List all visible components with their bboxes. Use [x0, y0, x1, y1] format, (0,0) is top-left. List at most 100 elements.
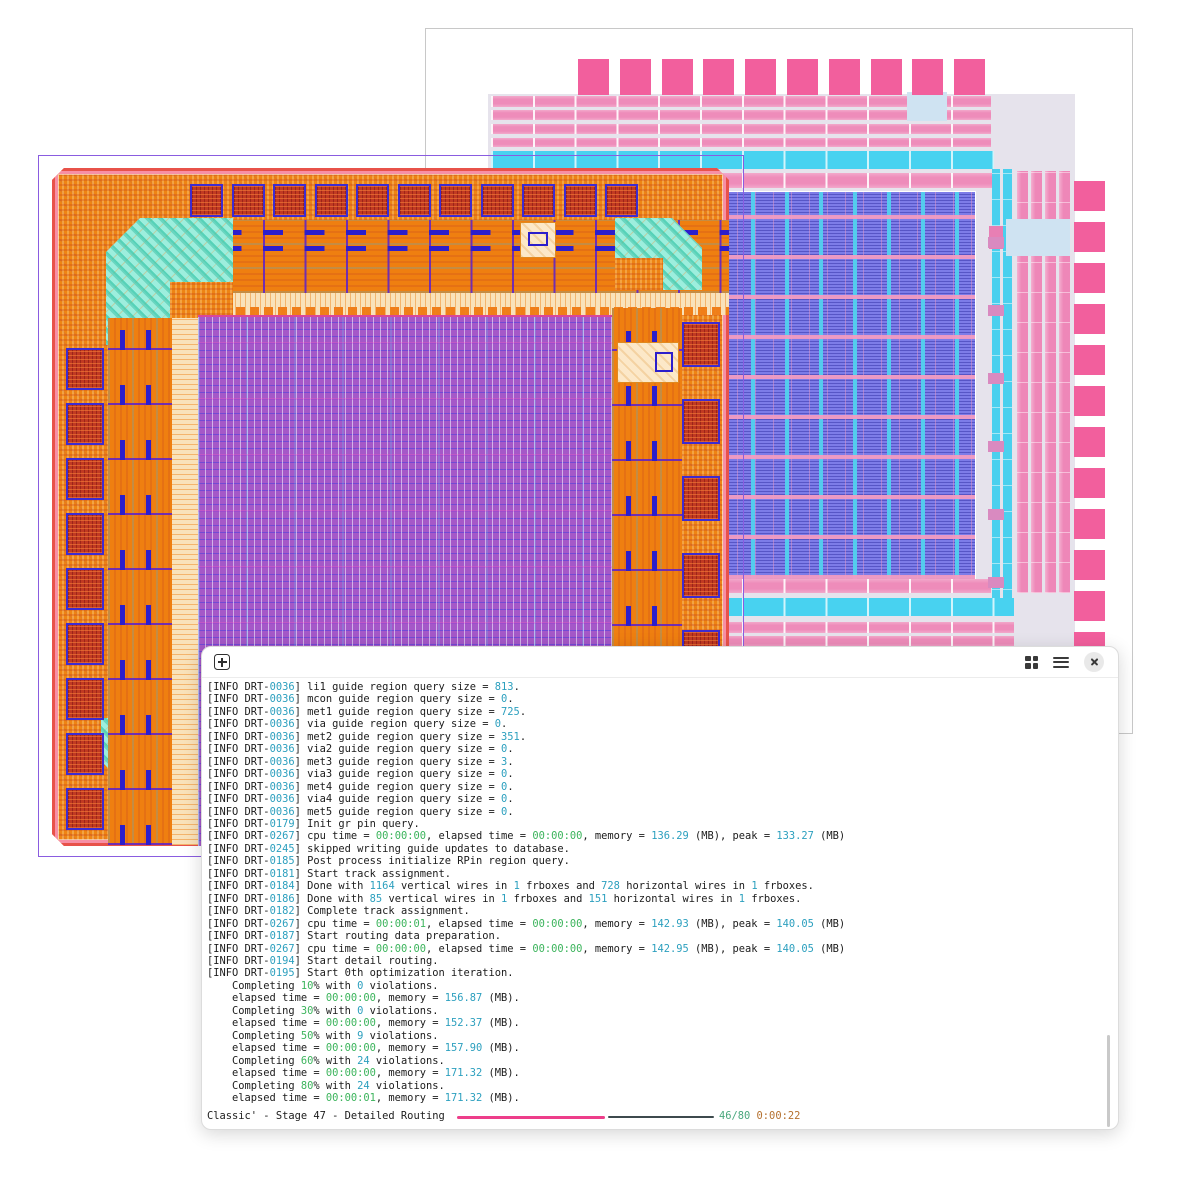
connector-tab: [988, 305, 1004, 316]
back-io-pad: [1074, 468, 1105, 498]
back-io-pad: [912, 59, 943, 95]
front-io-pad: [439, 184, 472, 217]
status-bar: Classic' - Stage 47 - Detailed Routing 4…: [207, 1108, 1102, 1125]
back-io-pad: [578, 59, 609, 95]
front-io-pad: [273, 184, 306, 217]
log-line: [INFO DRT-0267] cpu time = 00:00:01, ela…: [207, 918, 1102, 930]
front-filler-band: [172, 318, 198, 845]
front-io-pad: [66, 678, 104, 720]
front-io-pad: [66, 623, 104, 665]
front-special-cell: [520, 222, 556, 258]
log-line: [INFO DRT-0194] Start detail routing.: [207, 955, 1102, 967]
back-io-pad: [620, 59, 651, 95]
log-line: Completing 60% with 24 violations.: [207, 1055, 1102, 1067]
scrollbar-thumb[interactable]: [1107, 1035, 1110, 1127]
front-special-cell: [617, 342, 679, 383]
log-line: [INFO DRT-0267] cpu time = 00:00:00, ela…: [207, 830, 1102, 842]
back-lightblue-patch: [907, 92, 947, 121]
expand-icon[interactable]: [214, 654, 230, 670]
back-io-pad: [1074, 181, 1105, 211]
progress-counter: 46/80 0:00:22: [719, 1110, 800, 1122]
log-line: elapsed time = 00:00:00, memory = 152.37…: [207, 1017, 1102, 1029]
log-line: [INFO DRT-0182] Complete track assignmen…: [207, 905, 1102, 917]
log-line: elapsed time = 00:00:00, memory = 171.32…: [207, 1067, 1102, 1079]
progress-elapsed: 0:00:22: [757, 1110, 801, 1122]
front-left-io-band: [108, 318, 172, 845]
back-lightblue-band: [1006, 219, 1070, 256]
front-io-pad: [564, 184, 597, 217]
back-metal-bar: [491, 138, 991, 147]
wedge-carve: [615, 258, 663, 290]
front-io-dashes: [146, 318, 151, 845]
log-window: [INFO DRT-0036] li1 guide region query s…: [201, 646, 1119, 1130]
log-line: Completing 50% with 9 violations.: [207, 1030, 1102, 1042]
log-window-header: [202, 647, 1118, 678]
log-line: [INFO DRT-0036] met1 guide region query …: [207, 706, 1102, 718]
front-io-pad: [66, 458, 104, 500]
front-io-pad: [398, 184, 431, 217]
close-icon[interactable]: [1084, 652, 1104, 672]
log-line: [INFO DRT-0187] Start routing data prepa…: [207, 930, 1102, 942]
back-io-pad: [1074, 304, 1105, 334]
front-io-pad: [66, 348, 104, 390]
log-line: [INFO DRT-0036] via3 guide region query …: [207, 768, 1102, 780]
log-line: [INFO DRT-0036] met3 guide region query …: [207, 756, 1102, 768]
log-line: Completing 80% with 24 violations.: [207, 1080, 1102, 1092]
front-io-pad: [66, 513, 104, 555]
back-metal-bar: [491, 124, 991, 134]
front-io-pad: [682, 399, 720, 444]
back-io-pad: [1074, 591, 1105, 621]
progress-remaining: [608, 1116, 714, 1119]
log-line: [INFO DRT-0036] met2 guide region query …: [207, 731, 1102, 743]
back-io-pad: [1074, 386, 1105, 416]
special-cell-marker: [655, 352, 673, 372]
back-io-pad: [1074, 427, 1105, 457]
progress-fraction: 46/80: [719, 1110, 750, 1122]
connector-tab: [988, 237, 1004, 248]
log-line: [INFO DRT-0036] met4 guide region query …: [207, 781, 1102, 793]
grid-view-icon[interactable]: [1025, 656, 1038, 669]
back-io-pad: [703, 59, 734, 95]
log-line: elapsed time = 00:00:00, memory = 156.87…: [207, 992, 1102, 1004]
status-label: Classic' - Stage 47 - Detailed Routing: [207, 1110, 445, 1122]
back-io-pad: [662, 59, 693, 95]
back-io-pad: [1074, 222, 1105, 252]
log-line: [INFO DRT-0184] Done with 1164 vertical …: [207, 880, 1102, 892]
log-line: elapsed time = 00:00:00, memory = 157.90…: [207, 1042, 1102, 1054]
log-line: [INFO DRT-0195] Start 0th optimization i…: [207, 967, 1102, 979]
back-io-pad: [1074, 345, 1105, 375]
desktop-canvas: [INFO DRT-0036] li1 guide region query s…: [0, 0, 1180, 1180]
back-io-pad: [954, 59, 985, 95]
front-io-pad: [522, 184, 555, 217]
log-output[interactable]: [INFO DRT-0036] li1 guide region query s…: [207, 681, 1102, 1103]
connector-tab: [988, 509, 1004, 520]
log-line: [INFO DRT-0267] cpu time = 00:00:00, ela…: [207, 943, 1102, 955]
log-line: [INFO DRT-0036] li1 guide region query s…: [207, 681, 1102, 693]
progress-done: [457, 1116, 605, 1119]
front-io-pad: [232, 184, 265, 217]
back-io-pad: [745, 59, 776, 95]
log-line: [INFO DRT-0036] met5 guide region query …: [207, 806, 1102, 818]
back-io-pad: [1074, 509, 1105, 539]
log-line: [INFO DRT-0179] Init gr pin query.: [207, 818, 1102, 830]
connector-tab: [988, 373, 1004, 384]
front-io-pad: [356, 184, 389, 217]
log-line: [INFO DRT-0181] Start track assignment.: [207, 868, 1102, 880]
log-line: [INFO DRT-0185] Post process initialize …: [207, 855, 1102, 867]
progress-bar: [457, 1115, 714, 1119]
front-io-pad: [682, 322, 720, 367]
log-line: [INFO DRT-0186] Done with 85 vertical wi…: [207, 893, 1102, 905]
front-io-pad: [190, 184, 223, 217]
back-io-pad: [1074, 550, 1105, 580]
back-io-pad: [829, 59, 860, 95]
front-io-pad: [682, 553, 720, 598]
special-cell-marker: [528, 232, 548, 246]
front-io-pad: [66, 403, 104, 445]
front-io-pad: [66, 788, 104, 830]
log-line: Completing 10% with 0 violations.: [207, 980, 1102, 992]
menu-icon[interactable]: [1053, 657, 1069, 668]
connector-tab: [988, 441, 1004, 452]
log-line: [INFO DRT-0036] via4 guide region query …: [207, 793, 1102, 805]
log-line: Completing 30% with 0 violations.: [207, 1005, 1102, 1017]
log-line: [INFO DRT-0036] via guide region query s…: [207, 718, 1102, 730]
